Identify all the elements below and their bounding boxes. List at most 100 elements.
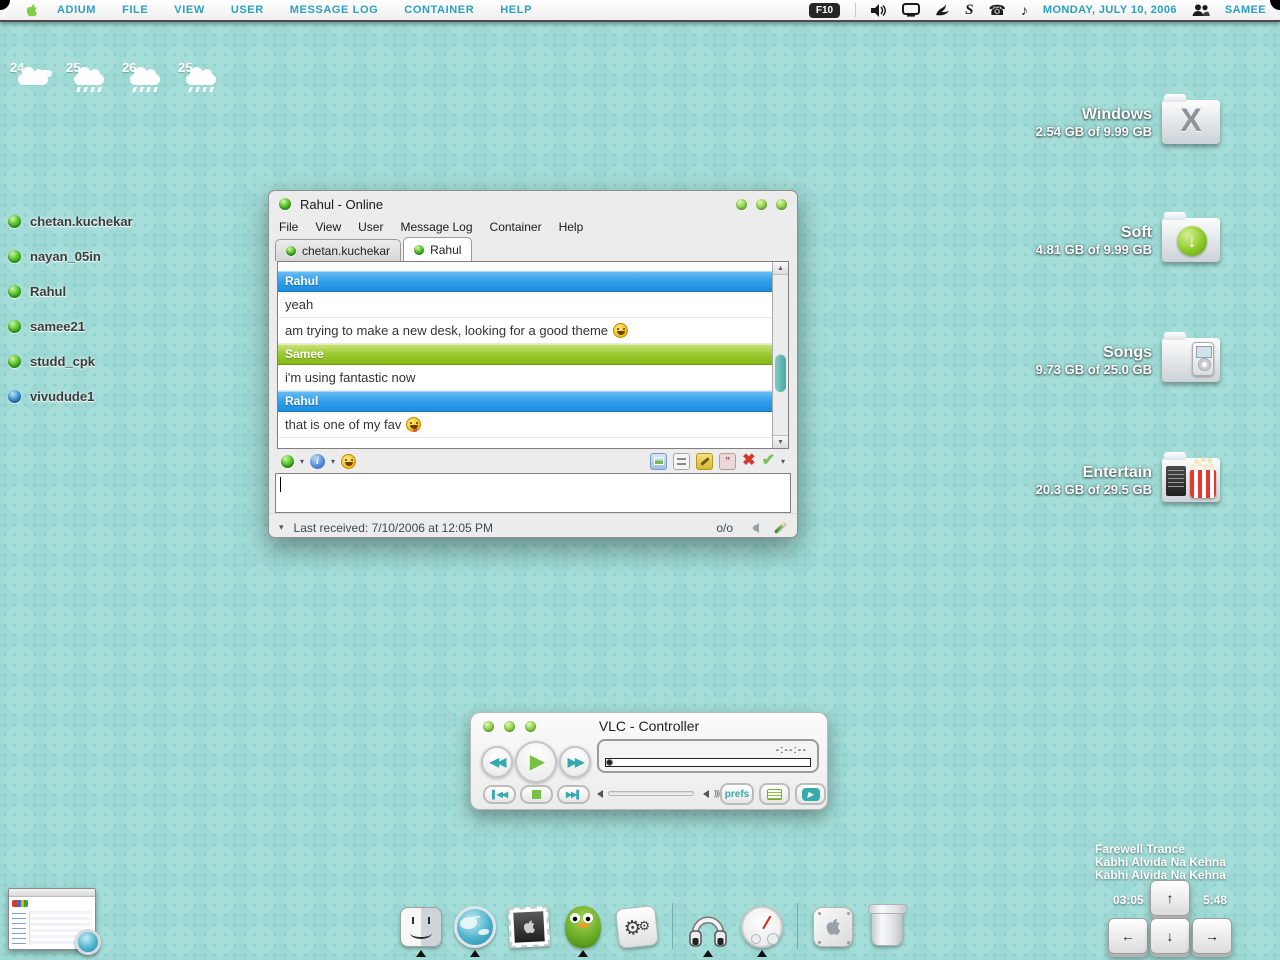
dock-item-trash[interactable] (864, 905, 910, 957)
playlist-button[interactable] (759, 783, 790, 805)
dock-item-mail[interactable] (506, 905, 552, 957)
chevron-down-icon[interactable]: ▾ (300, 457, 304, 466)
volume-slider[interactable] (608, 791, 694, 796)
dock-item-system-preferences[interactable] (810, 905, 856, 957)
weather-item[interactable]: 26 (122, 60, 164, 94)
window-close-button[interactable] (776, 199, 787, 210)
menu-user[interactable]: USER (231, 4, 264, 16)
chevron-down-icon[interactable]: ▾ (279, 522, 284, 533)
menubar-clock[interactable]: MONDAY, JULY 10, 2006 (1043, 4, 1177, 16)
f10-key-badge[interactable]: F10 (809, 3, 840, 18)
weather-item[interactable]: 24 (10, 60, 52, 94)
chat-menu-file[interactable]: File (279, 220, 298, 234)
scroll-down-button[interactable]: ▼ (773, 435, 788, 448)
message-input-field[interactable] (275, 473, 791, 513)
quote-button[interactable]: ” (719, 453, 736, 470)
next-track-button[interactable]: ▶▶▌ (557, 785, 590, 804)
chat-menu-user[interactable]: User (358, 220, 383, 234)
close-red-x-button[interactable]: ✖ (742, 453, 755, 469)
bird-icon[interactable] (935, 3, 950, 17)
dock-item-music-player[interactable] (685, 905, 731, 957)
chat-menu-container[interactable]: Container (490, 220, 542, 234)
insert-image-button[interactable] (650, 453, 667, 470)
dock-divider (672, 903, 673, 949)
tab-chetan-kuchekar[interactable]: chetan.kuchekar (275, 239, 401, 261)
window-maximize-button[interactable] (756, 199, 767, 210)
video-button[interactable]: ▶ (795, 783, 826, 805)
drive-entertain[interactable]: Entertain 20.3 GB of 29.5 GB (1036, 458, 1220, 502)
drive-usage: 20.3 GB of 29.5 GB (1036, 482, 1152, 497)
rewind-button[interactable]: ◀◀ (481, 746, 513, 778)
dock-item-finder[interactable] (398, 905, 444, 957)
window-minimize-button[interactable] (504, 721, 515, 732)
menu-help[interactable]: HELP (500, 4, 532, 16)
drive-soft[interactable]: Soft 4.81 GB of 9.99 GB ↓ (1036, 218, 1220, 262)
drive-songs[interactable]: Songs 9.73 GB of 25.0 GB (1036, 338, 1220, 382)
chevron-down-icon[interactable]: ▾ (781, 457, 785, 466)
play-button[interactable]: ▶ (515, 741, 557, 783)
window-close-button[interactable] (483, 721, 494, 732)
tab-rahul[interactable]: Rahul (403, 237, 472, 261)
apple-menu-icon[interactable] (24, 2, 39, 19)
buddy-item[interactable]: vivudude1 (8, 379, 133, 414)
menu-adium[interactable]: ADIUM (57, 4, 96, 16)
info-button[interactable]: i (310, 454, 325, 469)
scrollbar[interactable]: ▲ ▼ (772, 262, 788, 448)
chat-menu-help[interactable]: Help (559, 220, 584, 234)
chevron-down-icon[interactable]: ▾ (331, 457, 335, 466)
drive-windows[interactable]: Windows 2.54 GB of 9.99 GB X (1036, 100, 1220, 144)
dock-item-dashboard[interactable] (739, 905, 785, 957)
down-arrow-key[interactable]: ↓ (1150, 918, 1190, 954)
chat-titlebar[interactable]: Rahul - Online (269, 191, 797, 217)
message-row: am trying to make a new desk, looking fo… (278, 318, 772, 344)
music-note-icon[interactable]: ♪ (1021, 3, 1028, 17)
up-arrow-key[interactable]: ↑ (1150, 880, 1190, 916)
volume-icon[interactable] (871, 4, 887, 17)
right-arrow-key[interactable]: → (1192, 918, 1232, 954)
display-icon[interactable] (902, 3, 920, 17)
phone-icon[interactable]: ☎ (988, 3, 1005, 17)
script-icon[interactable]: S (965, 3, 973, 18)
window-zoom-button[interactable] (525, 721, 536, 732)
fast-forward-button[interactable]: ▶▶ (559, 746, 591, 778)
status-orb-button[interactable] (281, 455, 294, 468)
pencil-icon[interactable] (774, 521, 786, 533)
chat-menu-view[interactable]: View (315, 220, 341, 234)
window-minimize-button[interactable] (736, 199, 747, 210)
mute-speaker-icon[interactable] (747, 523, 759, 533)
weather-item[interactable]: 25 (178, 60, 220, 94)
online-status-icon (8, 215, 21, 228)
dock-item-adium[interactable] (560, 905, 606, 957)
menu-container[interactable]: CONTAINER (404, 4, 474, 16)
menubar-username[interactable]: SAMEE (1225, 4, 1266, 16)
text-format-button[interactable] (673, 453, 690, 470)
confirm-check-button[interactable]: ✔ (762, 453, 775, 469)
chat-menu-message-log[interactable]: Message Log (400, 220, 472, 234)
minimized-browser-window[interactable] (8, 888, 96, 950)
status-icon-blue (8, 390, 21, 403)
scroll-up-button[interactable]: ▲ (773, 262, 788, 275)
scrollbar-thumb[interactable] (775, 354, 786, 392)
prefs-button[interactable]: prefs (720, 783, 754, 805)
seek-thumb[interactable] (607, 760, 612, 765)
menu-view[interactable]: VIEW (174, 4, 205, 16)
left-arrow-key[interactable]: ← (1108, 918, 1148, 954)
running-indicator (578, 950, 588, 957)
menu-file[interactable]: FILE (122, 4, 148, 16)
buddy-item[interactable]: chetan.kuchekar (8, 204, 133, 239)
tools-button[interactable] (696, 453, 713, 470)
buddy-item[interactable]: studd_cpk (8, 344, 133, 379)
dock-item-browser[interactable] (452, 905, 498, 957)
emoticon-button[interactable] (341, 454, 356, 469)
buddy-item[interactable]: samee21 (8, 309, 133, 344)
weather-item[interactable]: 25 (66, 60, 108, 94)
last-received-text: Last received: 7/10/2006 at 12:05 PM (294, 521, 493, 535)
stop-button[interactable] (520, 785, 553, 804)
seek-slider[interactable] (605, 758, 811, 767)
menu-message-log[interactable]: MESSAGE LOG (290, 4, 379, 16)
dock-item-utilities[interactable]: ⚙⚙ (614, 905, 660, 957)
buddy-item[interactable]: Rahul (8, 274, 133, 309)
previous-track-button[interactable]: ▌◀◀ (483, 785, 516, 804)
buddy-item[interactable]: nayan_05in (8, 239, 133, 274)
users-icon[interactable] (1192, 4, 1210, 17)
